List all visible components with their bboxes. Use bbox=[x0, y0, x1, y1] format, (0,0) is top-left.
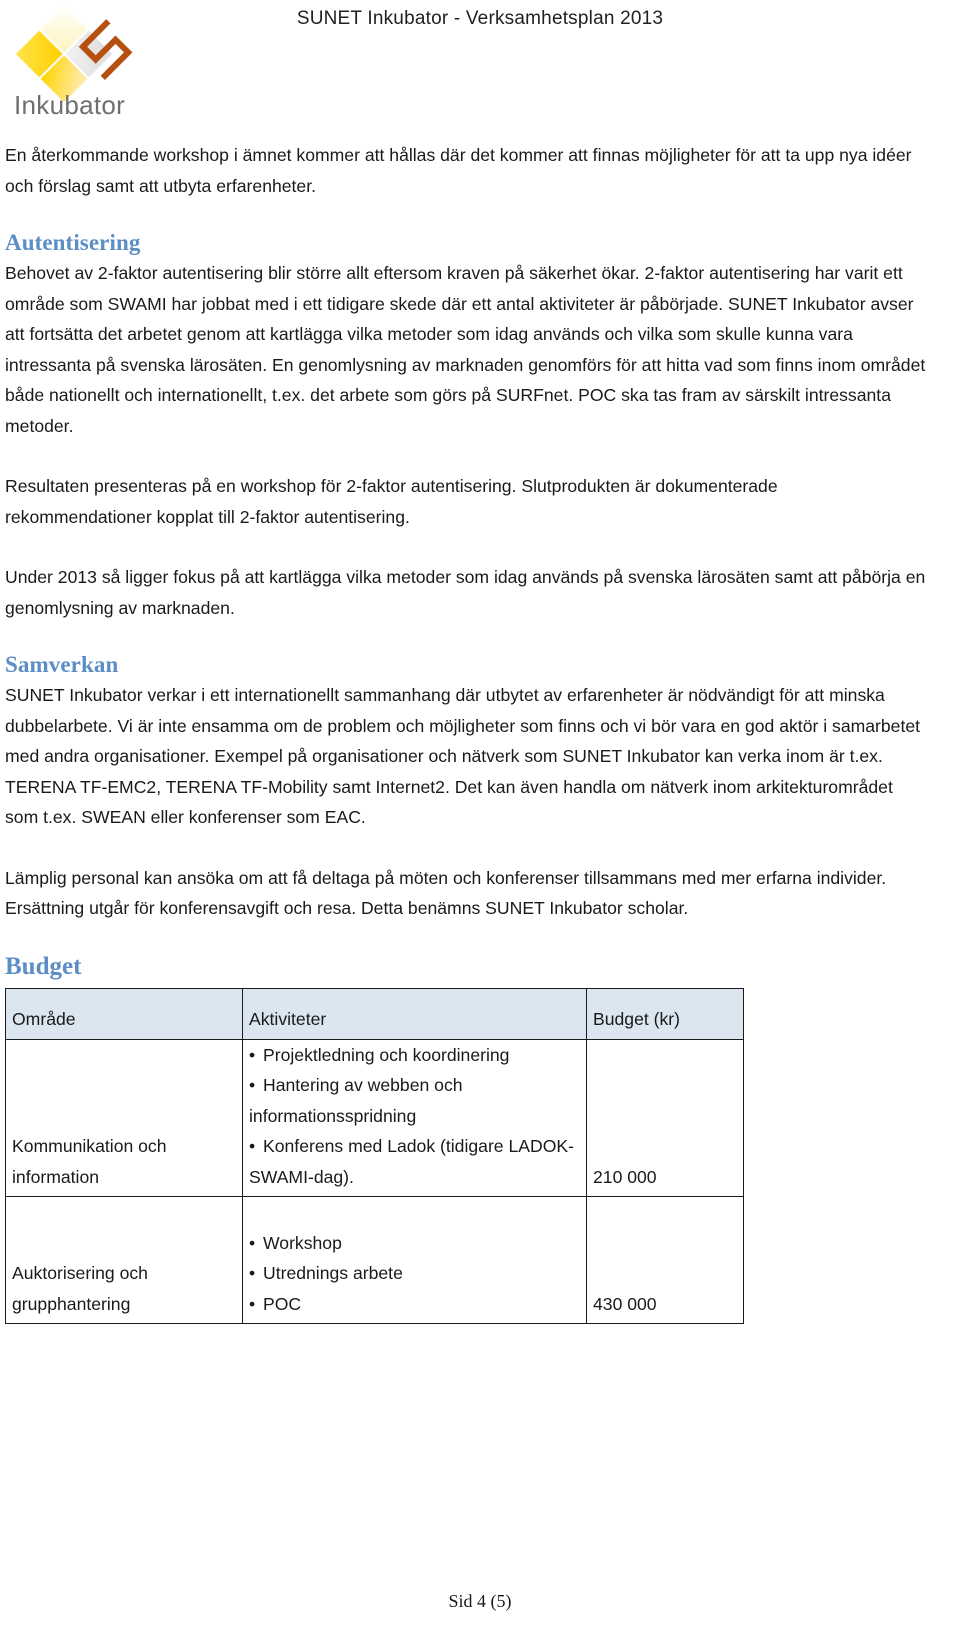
autentisering-paragraph-3: Under 2013 så ligger fokus på att kartlä… bbox=[5, 567, 926, 618]
list-item: • Utrednings arbete bbox=[249, 1258, 580, 1289]
list-item: • Hantering av webben och informationsspr… bbox=[249, 1070, 580, 1131]
table-row: Kommunikation och information • Projektle… bbox=[5, 1038, 744, 1197]
list-item: • POC bbox=[249, 1289, 580, 1320]
page-footer: Sid 4 (5) bbox=[448, 1591, 512, 1611]
cell-amount: 430 000 bbox=[586, 1196, 744, 1324]
column-header-omrade: Område bbox=[5, 987, 243, 1040]
table-header-row: Område Aktiviteter Budget (kr) bbox=[5, 987, 744, 1040]
activity-text: Hantering av webben och informationsspri… bbox=[249, 1075, 463, 1126]
list-item: • Workshop bbox=[249, 1228, 580, 1259]
page-header: Inkubator SUNET Inkubator - Verksamhetsp… bbox=[0, 0, 960, 132]
activity-text: Utrednings arbete bbox=[263, 1263, 403, 1283]
document-header-title: SUNET Inkubator - Verksamhetsplan 2013 bbox=[296, 8, 664, 29]
cell-area: Kommunikation och information bbox=[5, 1038, 243, 1197]
logo-wordmark: Inkubator bbox=[14, 90, 126, 120]
table-row: Auktorisering och grupphantering • Worksh… bbox=[5, 1196, 744, 1324]
activity-text: Konferens med Ladok (tidigare LADOK-SWAM… bbox=[249, 1136, 574, 1187]
activity-list: • Workshop • Utrednings arbete • POC bbox=[249, 1197, 580, 1319]
activity-text: POC bbox=[263, 1293, 302, 1314]
section-heading-samverkan: Samverkan bbox=[5, 652, 119, 677]
cell-activities: • Projektledning och koordinering • Hanter… bbox=[242, 1038, 587, 1197]
samverkan-paragraph-1: SUNET Inkubator verkar i ett internation… bbox=[5, 685, 921, 827]
list-item: • Projektledning och koordinering bbox=[249, 1040, 580, 1071]
budget-table-header: Område Aktiviteter Budget (kr) bbox=[5, 987, 744, 1040]
autentisering-paragraph-1: Behovet av 2-faktor autentisering blir s… bbox=[5, 263, 926, 436]
activity-list: • Projektledning och koordinering • Hanter… bbox=[249, 1040, 580, 1193]
document-body: En återkommande workshop i ämnet kommer … bbox=[5, 140, 927, 1324]
section-heading-budget: Budget bbox=[5, 952, 82, 980]
activity-text: Projektledning och koordinering bbox=[263, 1044, 510, 1065]
bullet-icon: • bbox=[249, 1232, 256, 1253]
bullet-icon: • bbox=[249, 1075, 256, 1095]
list-item: • Konferens med Ladok (tidigare LADOK-SWA… bbox=[249, 1131, 580, 1192]
list-item bbox=[249, 1197, 580, 1228]
cell-area: Auktorisering och grupphantering bbox=[5, 1196, 243, 1324]
budget-table-body: Kommunikation och information • Projektle… bbox=[5, 1038, 744, 1324]
section-heading-autentisering: Autentisering bbox=[5, 230, 141, 255]
autentisering-paragraph-2: Resultaten presenteras på en workshop fö… bbox=[5, 476, 778, 527]
column-header-aktiviteter: Aktiviteter bbox=[242, 987, 587, 1040]
intro-paragraph: En återkommande workshop i ämnet kommer … bbox=[5, 145, 912, 196]
bullet-icon: • bbox=[249, 1293, 256, 1314]
cell-amount: 210 000 bbox=[586, 1038, 744, 1197]
samverkan-paragraph-2: Lämplig personal kan ansöka om att få de… bbox=[5, 867, 887, 919]
bullet-icon: • bbox=[249, 1136, 256, 1156]
activity-text: Workshop bbox=[263, 1232, 342, 1253]
column-header-budget: Budget (kr) bbox=[586, 987, 744, 1040]
bullet-icon: • bbox=[249, 1263, 256, 1283]
cell-activities: • Workshop • Utrednings arbete • POC bbox=[242, 1196, 587, 1324]
budget-table: Område Aktiviteter Budget (kr) Kommunika… bbox=[5, 987, 744, 1324]
bullet-icon: • bbox=[249, 1044, 256, 1065]
